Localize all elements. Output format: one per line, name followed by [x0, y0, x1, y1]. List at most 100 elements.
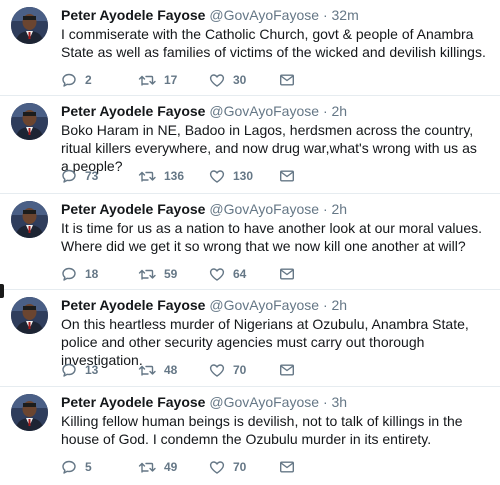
tweet-header: Peter Ayodele Fayose @GovAyoFayose · 2h — [61, 296, 488, 314]
retweet-icon — [138, 75, 156, 86]
reply-icon — [62, 73, 76, 87]
reply-icon — [62, 460, 76, 474]
like-count: 64 — [233, 267, 247, 281]
reply-count: 2 — [85, 73, 92, 87]
envelope-icon — [280, 74, 295, 86]
like-count: 30 — [233, 73, 247, 87]
direct-message-button[interactable] — [279, 265, 295, 283]
reply-icon — [62, 169, 76, 183]
envelope-icon — [280, 461, 295, 473]
tweet-text: Killing fellow human beings is devilish,… — [61, 413, 463, 447]
tweet[interactable]: Peter Ayodele Fayose @GovAyoFayose · 2h … — [0, 194, 500, 290]
tweet[interactable]: Peter Ayodele Fayose @GovAyoFayose · 2h … — [0, 96, 500, 194]
tweet-actions: 5 49 70 — [61, 458, 481, 476]
avatar[interactable] — [11, 297, 48, 334]
retweet-count: 49 — [164, 460, 178, 474]
reply-button[interactable]: 18 — [61, 265, 98, 283]
direct-message-button[interactable] — [279, 71, 295, 89]
reply-button[interactable]: 2 — [61, 71, 92, 89]
tweet-header: Peter Ayodele Fayose @GovAyoFayose · 32m — [61, 6, 488, 24]
tweet-text: It is time for us as a nation to have an… — [61, 220, 482, 254]
envelope-icon — [280, 268, 295, 280]
reply-count: 18 — [85, 267, 99, 281]
like-button[interactable]: 130 — [209, 167, 253, 185]
timestamp[interactable]: 2h — [332, 297, 348, 313]
envelope-icon — [280, 170, 295, 182]
retweet-icon — [138, 462, 156, 473]
heart-icon — [209, 268, 225, 281]
timestamp[interactable]: 2h — [332, 201, 348, 217]
timestamp[interactable]: 2h — [332, 103, 348, 119]
like-button[interactable]: 64 — [209, 265, 246, 283]
left-edge-marker — [0, 284, 4, 298]
retweet-icon — [138, 269, 156, 280]
avatar[interactable] — [11, 103, 48, 140]
like-count: 70 — [233, 460, 247, 474]
direct-message-button[interactable] — [279, 361, 295, 379]
separator: · — [322, 103, 328, 119]
tweet-actions: 13 48 70 — [61, 361, 481, 379]
author-name[interactable]: Peter Ayodele Fayose — [61, 201, 205, 217]
retweet-button[interactable]: 136 — [138, 167, 184, 185]
retweet-count: 48 — [164, 363, 178, 377]
tweet-timeline: Peter Ayodele Fayose @GovAyoFayose · 32m… — [0, 0, 500, 485]
timestamp[interactable]: 3h — [332, 394, 348, 410]
reply-icon — [62, 267, 76, 281]
author-name[interactable]: Peter Ayodele Fayose — [61, 103, 205, 119]
author-name[interactable]: Peter Ayodele Fayose — [61, 7, 205, 23]
author-handle[interactable]: @GovAyoFayose — [209, 7, 319, 23]
retweet-count: 136 — [164, 169, 185, 183]
author-handle[interactable]: @GovAyoFayose — [209, 103, 319, 119]
avatar[interactable] — [11, 394, 48, 431]
heart-icon — [209, 170, 225, 183]
retweet-button[interactable]: 48 — [138, 361, 177, 379]
retweet-icon — [138, 365, 156, 376]
author-handle[interactable]: @GovAyoFayose — [209, 394, 319, 410]
retweet-count: 17 — [164, 73, 178, 87]
heart-icon — [209, 364, 225, 377]
direct-message-button[interactable] — [279, 167, 295, 185]
like-button[interactable]: 70 — [209, 361, 246, 379]
author-name[interactable]: Peter Ayodele Fayose — [61, 297, 205, 313]
reply-count: 13 — [85, 363, 99, 377]
avatar[interactable] — [11, 7, 48, 44]
retweet-button[interactable]: 17 — [138, 71, 177, 89]
reply-button[interactable]: 5 — [61, 458, 92, 476]
reply-icon — [62, 363, 76, 377]
tweet-actions: 18 59 64 — [61, 265, 481, 283]
tweet-actions: 73 136 130 — [61, 167, 481, 185]
retweet-button[interactable]: 59 — [138, 265, 177, 283]
retweet-button[interactable]: 49 — [138, 458, 177, 476]
author-name[interactable]: Peter Ayodele Fayose — [61, 394, 205, 410]
timestamp[interactable]: 32m — [332, 7, 359, 23]
like-button[interactable]: 70 — [209, 458, 246, 476]
separator: · — [322, 201, 328, 217]
envelope-icon — [280, 364, 295, 376]
reply-button[interactable]: 13 — [61, 361, 98, 379]
tweet[interactable]: Peter Ayodele Fayose @GovAyoFayose · 3h … — [0, 387, 500, 485]
tweet-header: Peter Ayodele Fayose @GovAyoFayose · 2h — [61, 200, 488, 218]
direct-message-button[interactable] — [279, 458, 295, 476]
like-button[interactable]: 30 — [209, 71, 246, 89]
reply-button[interactable]: 73 — [61, 167, 98, 185]
tweet-text: I commiserate with the Catholic Church, … — [61, 26, 486, 60]
separator: · — [322, 297, 328, 313]
avatar[interactable] — [11, 201, 48, 238]
heart-icon — [209, 74, 225, 87]
heart-icon — [209, 461, 225, 474]
like-count: 70 — [233, 363, 247, 377]
author-handle[interactable]: @GovAyoFayose — [209, 201, 319, 217]
tweet[interactable]: Peter Ayodele Fayose @GovAyoFayose · 2h … — [0, 290, 500, 387]
author-handle[interactable]: @GovAyoFayose — [209, 297, 319, 313]
tweet-actions: 2 17 30 — [61, 71, 481, 89]
tweet-header: Peter Ayodele Fayose @GovAyoFayose · 3h — [61, 393, 488, 411]
separator: · — [322, 7, 328, 23]
retweet-icon — [138, 171, 156, 182]
retweet-count: 59 — [164, 267, 178, 281]
separator: · — [322, 394, 328, 410]
reply-count: 5 — [85, 460, 92, 474]
tweet[interactable]: Peter Ayodele Fayose @GovAyoFayose · 32m… — [0, 0, 500, 96]
tweet-header: Peter Ayodele Fayose @GovAyoFayose · 2h — [61, 102, 488, 120]
reply-count: 73 — [85, 169, 99, 183]
like-count: 130 — [233, 169, 254, 183]
